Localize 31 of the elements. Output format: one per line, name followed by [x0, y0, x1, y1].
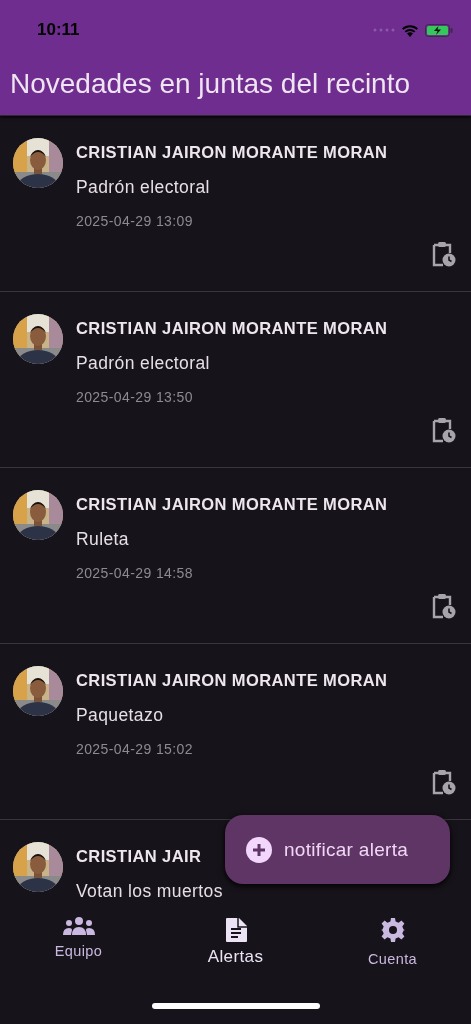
notify-alert-button[interactable]: notificar alerta: [225, 815, 450, 884]
app-title: Novedades en juntas del recinto: [10, 68, 412, 100]
alert-date: 2025-04-29 13:50: [76, 389, 194, 405]
author-name: CRISTIAN JAIRON MORANTE MORAN: [76, 319, 388, 338]
alert-title: Padrón electoral: [76, 177, 211, 198]
signal-icon: [373, 28, 395, 32]
wifi-icon: [401, 23, 419, 37]
alert-date: 2025-04-29 14:58: [76, 565, 194, 581]
author-name: CRISTIAN JAIRON MORANTE MORAN: [76, 143, 388, 162]
alert-date: 2025-04-29 13:09: [76, 213, 194, 229]
author-name: CRISTIAN JAIR: [76, 847, 203, 866]
nav-tab[interactable]: Alertas: [157, 905, 314, 980]
nav-tab[interactable]: Equipo: [0, 905, 157, 980]
settings-icon: [379, 917, 406, 943]
alert-title: Paquetazo: [76, 705, 165, 726]
author-name: CRISTIAN JAIRON MORANTE MORAN: [76, 671, 388, 690]
status-time: 10:11: [37, 20, 80, 40]
alert-title: Votan los muertos: [76, 881, 223, 902]
nav-tab[interactable]: Cuenta: [314, 905, 471, 980]
alert-date: 2025-04-29 15:02: [76, 741, 194, 757]
clipboard-clock-icon[interactable]: [432, 593, 456, 619]
alert-title: Padrón electoral: [76, 353, 211, 374]
battery-icon: [425, 23, 453, 37]
clipboard-clock-icon[interactable]: [432, 417, 456, 443]
document-icon: [223, 917, 248, 943]
author-name: CRISTIAN JAIRON MORANTE MORAN: [76, 495, 388, 514]
clipboard-clock-icon[interactable]: [432, 241, 456, 267]
people-icon: [62, 917, 95, 935]
clipboard-clock-icon[interactable]: [432, 769, 456, 795]
add-icon: [246, 836, 272, 863]
alert-title: Ruleta: [76, 529, 130, 550]
